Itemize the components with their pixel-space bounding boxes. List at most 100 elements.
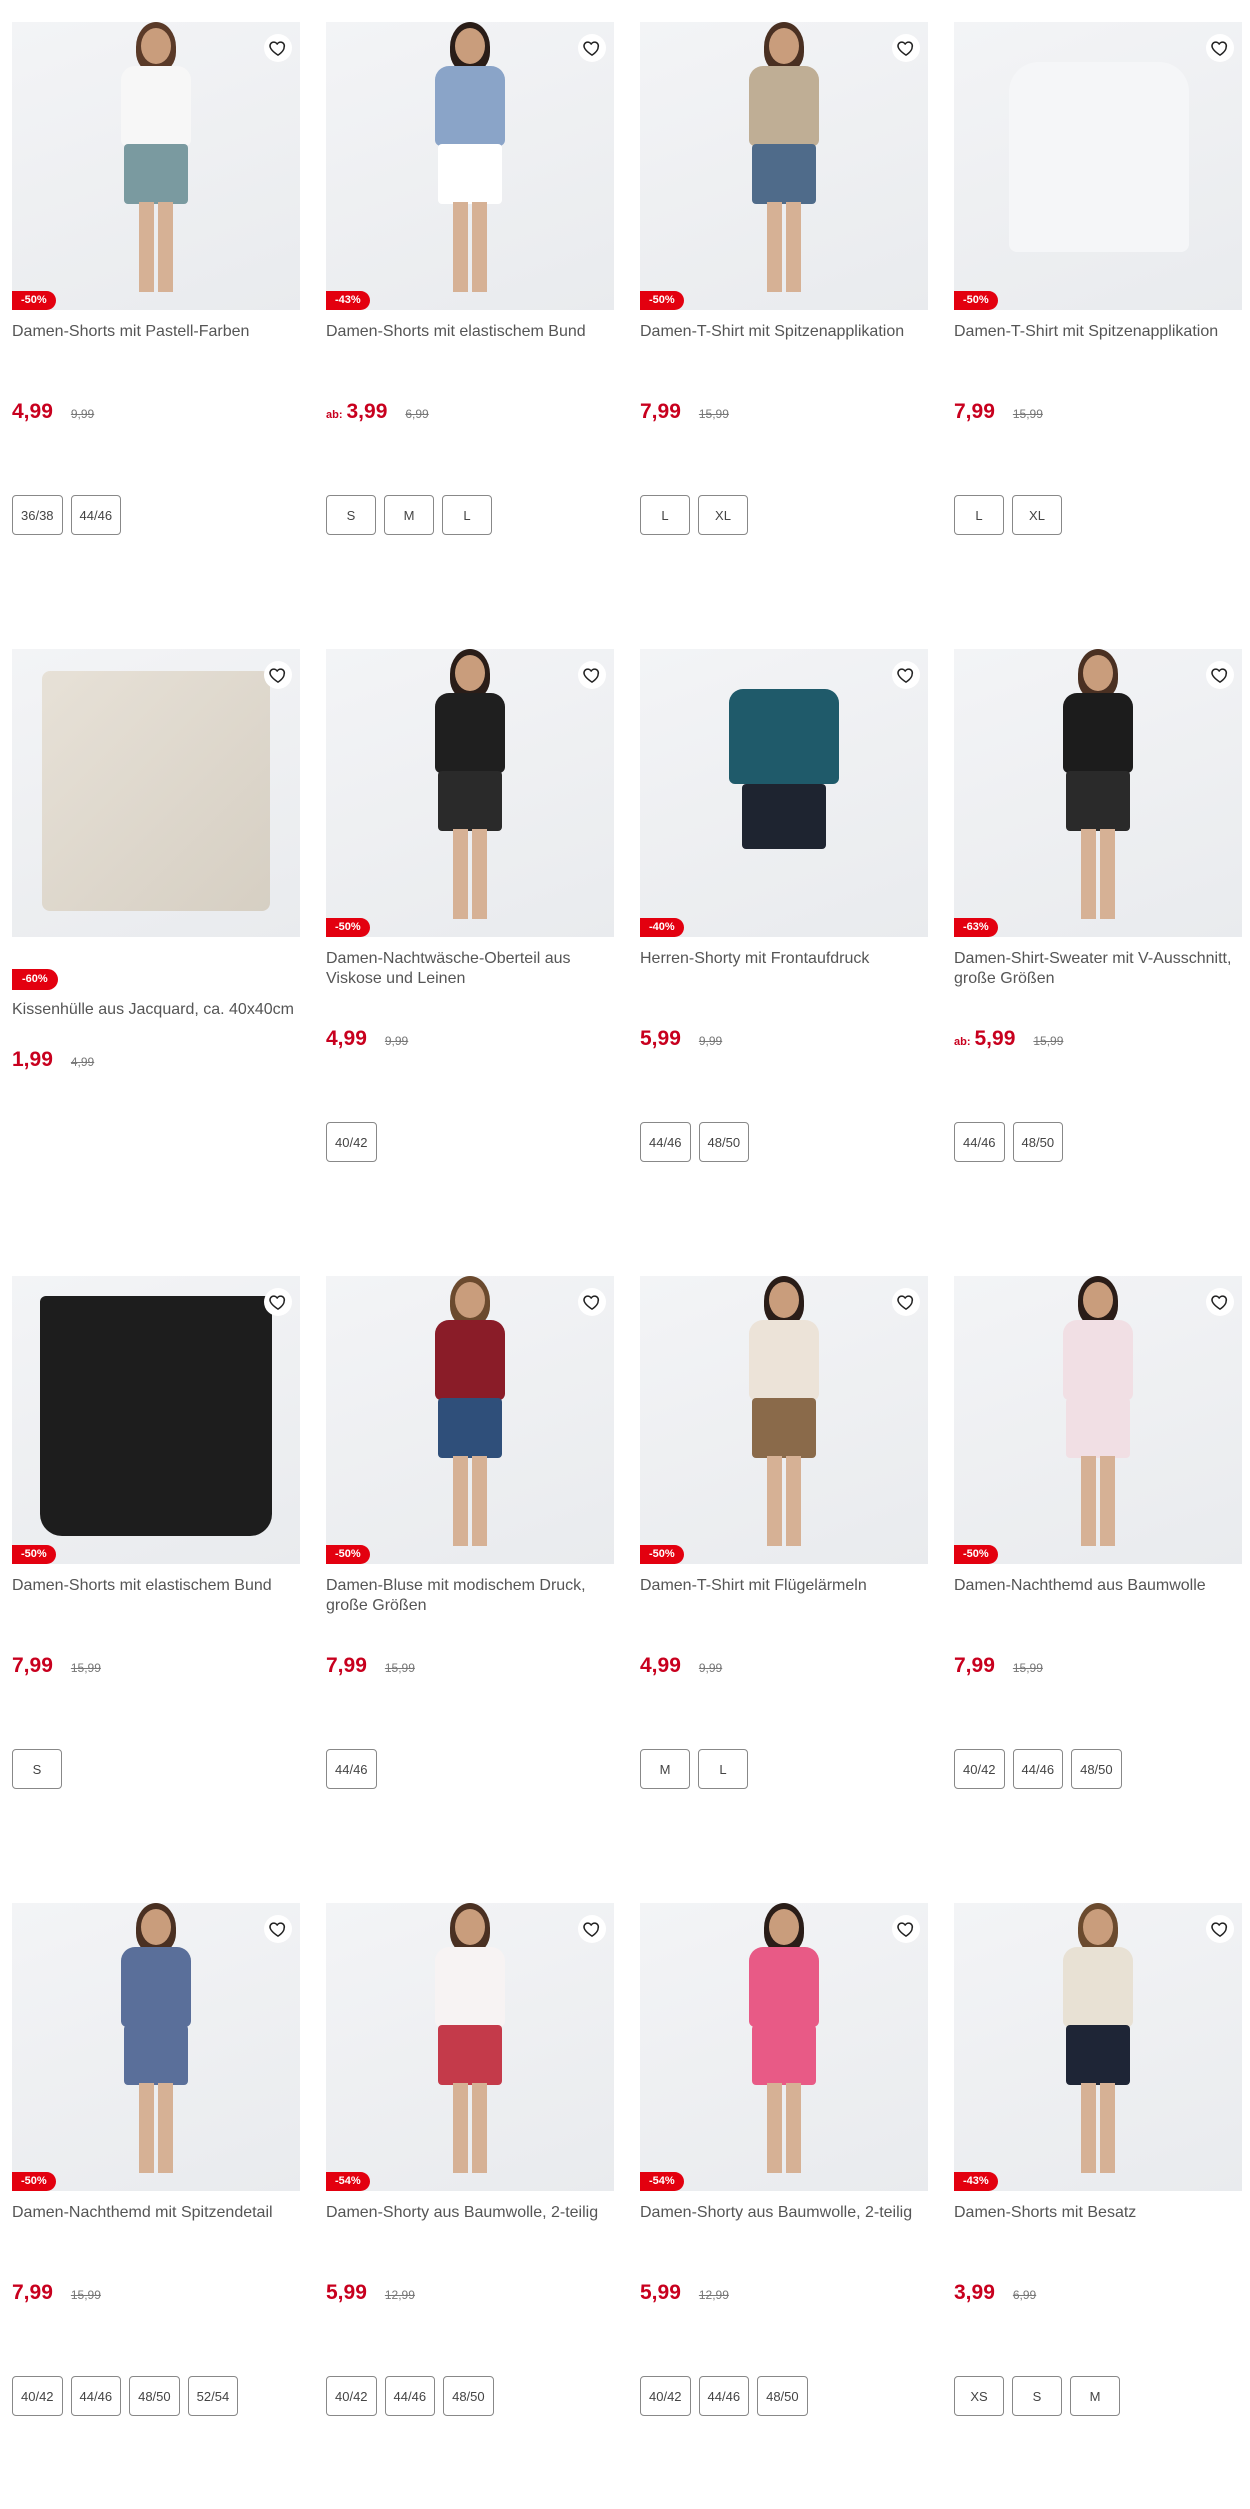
price-row: 5,99 12,99	[640, 2281, 928, 2307]
size-button[interactable]: L	[442, 495, 492, 535]
product-card[interactable]: -50% Damen-T-Shirt mit Spitzenapplikation…	[954, 22, 1242, 622]
size-button[interactable]: 48/50	[129, 2376, 180, 2416]
size-button[interactable]: 44/46	[70, 495, 122, 535]
product-card[interactable]: -50% Damen-Shorts mit Pastell-Farben 4,99 9…	[12, 22, 300, 622]
wishlist-heart-icon[interactable]	[892, 34, 920, 62]
wishlist-heart-icon[interactable]	[264, 1288, 292, 1316]
product-image[interactable]: -43%	[326, 22, 614, 310]
size-button[interactable]: L	[954, 495, 1004, 535]
product-title[interactable]: Damen-T-Shirt mit Spitzenapplikation	[640, 322, 928, 362]
wishlist-heart-icon[interactable]	[578, 1915, 606, 1943]
product-image[interactable]: -40%	[640, 649, 928, 937]
size-button[interactable]: XL	[698, 495, 748, 535]
product-card[interactable]: -60% Kissenhülle aus Jacquard, ca. 40x40c…	[12, 649, 300, 1249]
product-card[interactable]: -50% Damen-Nachtwäsche-Oberteil aus Visko…	[326, 649, 614, 1249]
product-card[interactable]: -43% Damen-Shorts mit elastischem Bund ab:…	[326, 22, 614, 622]
product-image[interactable]: -50%	[954, 22, 1242, 310]
size-button[interactable]: 48/50	[698, 1122, 750, 1162]
product-card[interactable]: -50% Damen-T-Shirt mit Flügelärmeln 4,99 9,…	[640, 1276, 928, 1876]
product-card[interactable]: -50% Damen-Nachthemd aus Baumwolle 7,99 15,…	[954, 1276, 1242, 1876]
size-button[interactable]: 44/46	[1012, 1749, 1064, 1789]
product-title[interactable]: Herren-Shorty mit Frontaufdruck	[640, 949, 928, 989]
product-card[interactable]: -63% Damen-Shirt-Sweater mit V-Ausschnitt…	[954, 649, 1242, 1249]
product-card[interactable]: -50% Damen-Bluse mit modischem Druck, gro…	[326, 1276, 614, 1876]
wishlist-heart-icon[interactable]	[264, 1915, 292, 1943]
product-card[interactable]: -40% Herren-Shorty mit Frontaufdruck 5,99 9…	[640, 649, 928, 1249]
size-button[interactable]: 44/46	[326, 1749, 377, 1789]
size-button[interactable]: XS	[954, 2376, 1004, 2416]
product-image[interactable]: -50%	[12, 1903, 300, 2191]
product-card[interactable]: -50% Damen-Shorts mit elastischem Bund 7,9…	[12, 1276, 300, 1876]
size-button[interactable]: 40/42	[954, 1749, 1005, 1789]
size-button[interactable]: 52/54	[187, 2376, 239, 2416]
size-button[interactable]: S	[1012, 2376, 1062, 2416]
size-button[interactable]: M	[640, 1749, 690, 1789]
product-card[interactable]: -54% Damen-Shorty aus Baumwolle, 2-teilig…	[640, 1903, 928, 2503]
product-image[interactable]: -50%	[12, 1276, 300, 1564]
size-button[interactable]: 48/50	[757, 2376, 808, 2416]
size-button[interactable]: XL	[1012, 495, 1062, 535]
size-button[interactable]: L	[698, 1749, 748, 1789]
product-title[interactable]: Damen-Nachtwäsche-Oberteil aus Viskose u…	[326, 949, 614, 989]
wishlist-heart-icon[interactable]	[892, 661, 920, 689]
original-price: 15,99	[70, 2288, 101, 2302]
wishlist-heart-icon[interactable]	[1206, 661, 1234, 689]
product-image[interactable]: -63%	[954, 649, 1242, 937]
product-image[interactable]: -50%	[640, 1276, 928, 1564]
wishlist-heart-icon[interactable]	[264, 661, 292, 689]
size-button[interactable]: 48/50	[1012, 1122, 1064, 1162]
size-button[interactable]: 40/42	[326, 2376, 377, 2416]
wishlist-heart-icon[interactable]	[578, 34, 606, 62]
product-image[interactable]: -50%	[640, 22, 928, 310]
product-card[interactable]: -43% Damen-Shorts mit Besatz 3,99 6,99 XS S M	[954, 1903, 1242, 2503]
product-card[interactable]: -50% Damen-T-Shirt mit Spitzenapplikation…	[640, 22, 928, 622]
product-title[interactable]: Damen-Shorts mit elastischem Bund	[326, 322, 614, 362]
size-button[interactable]: 40/42	[640, 2376, 691, 2416]
product-title[interactable]: Damen-Bluse mit modischem Druck, große G…	[326, 1576, 614, 1616]
product-title[interactable]: Kissenhülle aus Jacquard, ca. 40x40cm	[12, 1000, 300, 1040]
size-button[interactable]: 36/38	[12, 495, 63, 535]
wishlist-heart-icon[interactable]	[892, 1288, 920, 1316]
wishlist-heart-icon[interactable]	[578, 1288, 606, 1316]
product-title[interactable]: Damen-Nachthemd mit Spitzendetail	[12, 2203, 300, 2243]
product-title[interactable]: Damen-T-Shirt mit Spitzenapplikation	[954, 322, 1242, 362]
size-button[interactable]: 44/46	[640, 1122, 691, 1162]
wishlist-heart-icon[interactable]	[1206, 1915, 1234, 1943]
product-title[interactable]: Damen-Shorts mit elastischem Bund	[12, 1576, 300, 1616]
product-image[interactable]: -50%	[326, 649, 614, 937]
product-image[interactable]: -54%	[640, 1903, 928, 2191]
product-title[interactable]: Damen-Shorts mit Pastell-Farben	[12, 322, 300, 362]
size-button[interactable]: M	[384, 495, 434, 535]
product-image[interactable]	[12, 649, 300, 937]
product-image[interactable]: -50%	[954, 1276, 1242, 1564]
product-title[interactable]: Damen-Shorty aus Baumwolle, 2-teilig	[326, 2203, 614, 2243]
product-image[interactable]: -50%	[12, 22, 300, 310]
product-image[interactable]: -50%	[326, 1276, 614, 1564]
product-title[interactable]: Damen-Shirt-Sweater mit V-Ausschnitt, gr…	[954, 949, 1242, 989]
wishlist-heart-icon[interactable]	[1206, 34, 1234, 62]
size-button[interactable]: 40/42	[326, 1122, 377, 1162]
product-card[interactable]: -54% Damen-Shorty aus Baumwolle, 2-teilig…	[326, 1903, 614, 2503]
wishlist-heart-icon[interactable]	[892, 1915, 920, 1943]
size-button[interactable]: 48/50	[443, 2376, 494, 2416]
wishlist-heart-icon[interactable]	[264, 34, 292, 62]
product-title[interactable]: Damen-Shorty aus Baumwolle, 2-teilig	[640, 2203, 928, 2243]
size-button[interactable]: S	[326, 495, 376, 535]
product-title[interactable]: Damen-Shorts mit Besatz	[954, 2203, 1242, 2243]
product-title[interactable]: Damen-T-Shirt mit Flügelärmeln	[640, 1576, 928, 1616]
product-title[interactable]: Damen-Nachthemd aus Baumwolle	[954, 1576, 1242, 1616]
wishlist-heart-icon[interactable]	[578, 661, 606, 689]
size-button[interactable]: 48/50	[1071, 1749, 1122, 1789]
product-image[interactable]: -43%	[954, 1903, 1242, 2191]
product-image[interactable]: -54%	[326, 1903, 614, 2191]
size-button[interactable]: 44/46	[70, 2376, 122, 2416]
size-button[interactable]: M	[1070, 2376, 1120, 2416]
wishlist-heart-icon[interactable]	[1206, 1288, 1234, 1316]
size-button[interactable]: L	[640, 495, 690, 535]
size-button[interactable]: 44/46	[384, 2376, 436, 2416]
size-button[interactable]: 44/46	[954, 1122, 1005, 1162]
size-button[interactable]: 40/42	[12, 2376, 63, 2416]
size-button[interactable]: S	[12, 1749, 62, 1789]
product-card[interactable]: -50% Damen-Nachthemd mit Spitzendetail 7,9…	[12, 1903, 300, 2503]
size-button[interactable]: 44/46	[698, 2376, 750, 2416]
